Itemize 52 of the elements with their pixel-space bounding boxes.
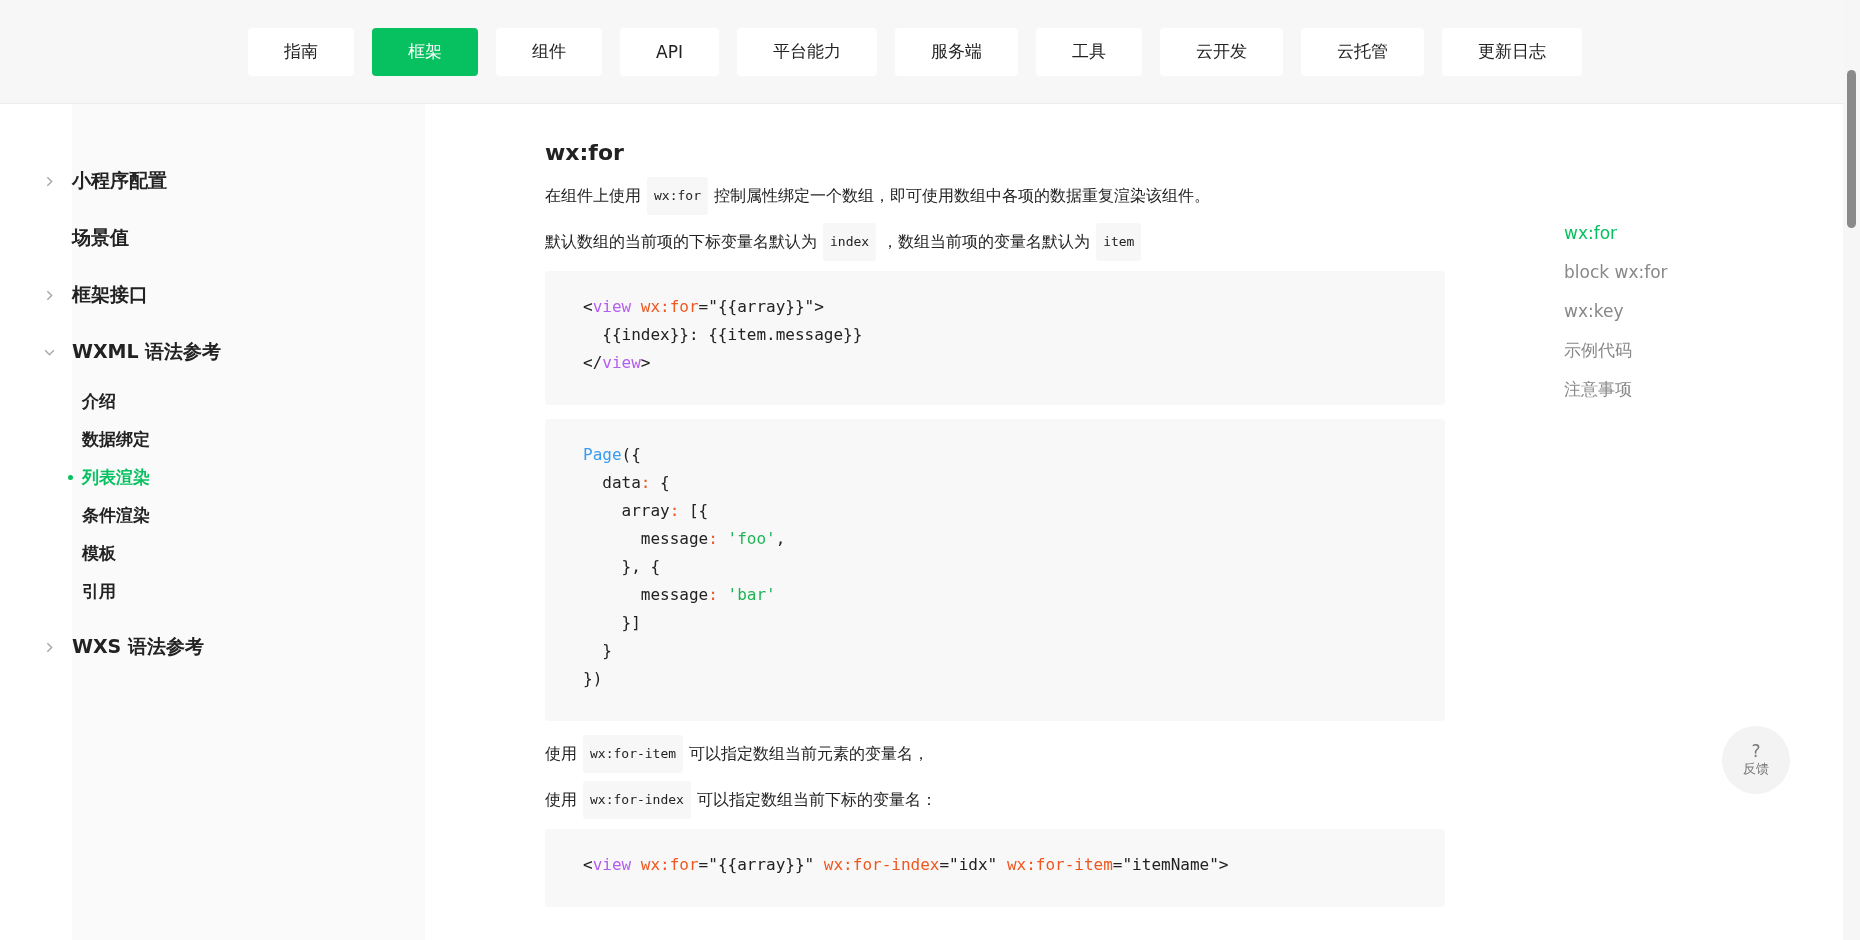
inline-code: wx:for: [647, 177, 708, 215]
nav-tab[interactable]: 云开发: [1159, 27, 1283, 76]
paragraph-text: 使用: [545, 743, 577, 765]
code-line: array: [{: [620, 500, 710, 522]
toc-link[interactable]: 注意事项: [1564, 378, 1668, 401]
nav-tab[interactable]: 更新日志: [1441, 27, 1582, 76]
paragraph-text: ，数组当前项的变量名默认为: [882, 231, 1091, 253]
sidebar-subitem[interactable]: 介绍: [82, 389, 116, 413]
code-line: message: 'foo',: [639, 528, 787, 550]
code-line: }]: [620, 612, 642, 634]
feedback-button[interactable]: ? 反馈: [1722, 726, 1790, 794]
inline-code: index: [823, 223, 877, 261]
code-line: {{index}}: {{item.message}}: [601, 324, 864, 346]
sidebar-subitem[interactable]: 模板: [82, 541, 116, 565]
nav-tab[interactable]: 组件: [496, 27, 603, 76]
bullet-icon: [68, 474, 73, 480]
code-line: Page({: [583, 444, 642, 466]
nav-tab[interactable]: 工具: [1035, 27, 1142, 76]
toc-link[interactable]: 示例代码: [1564, 339, 1668, 362]
code-line: }): [583, 668, 604, 690]
toc-link[interactable]: block wx:for: [1564, 261, 1668, 284]
code-line: }, {: [620, 556, 662, 578]
sidebar-item[interactable]: WXML 语法参考: [72, 339, 222, 365]
section-heading: wx:for: [545, 140, 625, 165]
inline-code: item: [1096, 223, 1142, 261]
paragraph-text: 可以指定数组当前下标的变量名：: [696, 789, 937, 811]
sidebar-subitem[interactable]: 引用: [82, 579, 116, 603]
code-line: <view wx:for="{{array}}">: [583, 296, 825, 318]
sidebar-subitem[interactable]: 数据绑定: [82, 427, 150, 451]
inline-code: wx:for-index: [583, 781, 691, 819]
sidebar-item[interactable]: 场景值: [72, 225, 129, 251]
code-line: </view>: [583, 352, 652, 374]
toc-link[interactable]: wx:key: [1564, 300, 1668, 323]
code-line: }: [601, 640, 613, 662]
paragraph-text: 默认数组的当前项的下标变量名默认为: [545, 231, 817, 253]
sidebar-item[interactable]: 小程序配置: [72, 168, 167, 194]
paragraph-text: 在组件上使用: [545, 185, 641, 207]
nav-tab[interactable]: 平台能力: [736, 27, 877, 76]
nav-tab[interactable]: 云托管: [1300, 27, 1424, 76]
sidebar-subitem[interactable]: 条件渲染: [82, 503, 150, 527]
code-line: <view wx:for="{{array}}" wx:for-index="idx" wx:for-item="itemName">: [583, 854, 1230, 876]
sidebar-item[interactable]: 框架接口: [72, 282, 148, 308]
nav-tab[interactable]: 服务端: [894, 27, 1018, 76]
nav-tab[interactable]: 指南: [248, 27, 355, 76]
paragraph-text: 控制属性绑定一个数组，即可使用数组中各项的数据重复渲染该组件。: [713, 185, 1210, 207]
code-line: data: {: [601, 472, 671, 494]
nav-tab[interactable]: API: [620, 27, 719, 76]
paragraph-text: 使用: [545, 789, 577, 811]
inline-code: wx:for-item: [583, 735, 684, 773]
paragraph-text: 可以指定数组当前元素的变量名，: [689, 743, 930, 765]
code-line: message: 'bar': [639, 584, 777, 606]
sidebar-item[interactable]: WXS 语法参考: [72, 634, 204, 660]
